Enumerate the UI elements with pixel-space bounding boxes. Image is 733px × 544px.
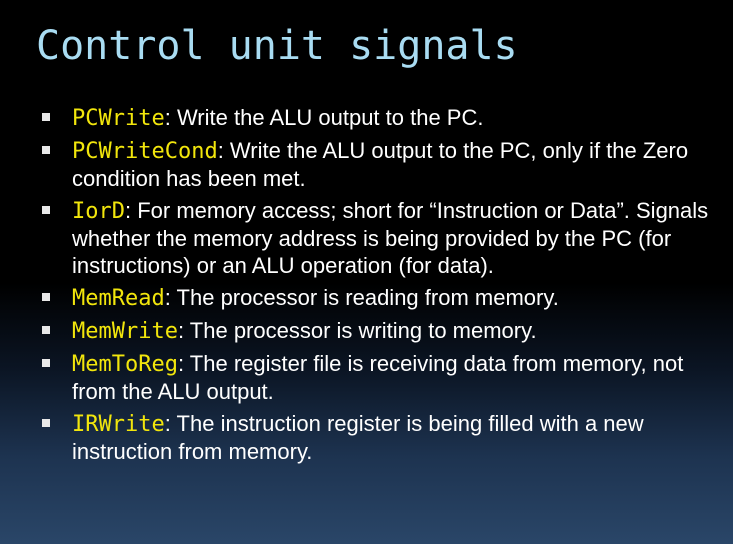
bullet-item-irwrite: IRWrite: The instruction register is bei… [40,410,720,465]
square-bullet-icon [42,206,50,214]
signal-name: MemToReg [72,352,178,377]
slide-title: Control unit signals [36,23,518,69]
bullet-item-memwrite: MemWrite: The processor is writing to me… [40,317,720,345]
slide: Control unit signals PCWrite: Write the … [0,0,733,544]
signal-name: PCWrite [72,106,165,131]
bullet-item-pcwritecond: PCWriteCond: Write the ALU output to the… [40,137,720,192]
bullet-item-memread: MemRead: The processor is reading from m… [40,284,720,312]
signal-name: IRWrite [72,412,165,437]
signal-description: : Write the ALU output to the PC. [164,105,484,130]
signal-name: MemRead [72,286,165,311]
signal-description: : The processor is writing to memory. [177,318,537,343]
bullet-item-iord: IorD: For memory access; short for “Inst… [40,197,720,279]
square-bullet-icon [42,293,50,301]
bullet-list: PCWrite: Write the ALU output to the PC.… [40,104,720,470]
square-bullet-icon [42,146,50,154]
square-bullet-icon [42,359,50,367]
square-bullet-icon [42,326,50,334]
signal-description: : The processor is reading from memory. [164,285,559,310]
bullet-item-pcwrite: PCWrite: Write the ALU output to the PC. [40,104,720,132]
square-bullet-icon [42,419,50,427]
signal-name: PCWriteCond [72,139,218,164]
signal-name: MemWrite [72,319,178,344]
square-bullet-icon [42,113,50,121]
signal-name: IorD [72,199,125,224]
signal-description: : For memory access; short for “Instruct… [72,198,709,278]
bullet-item-memtoreg: MemToReg: The register file is receiving… [40,350,720,405]
